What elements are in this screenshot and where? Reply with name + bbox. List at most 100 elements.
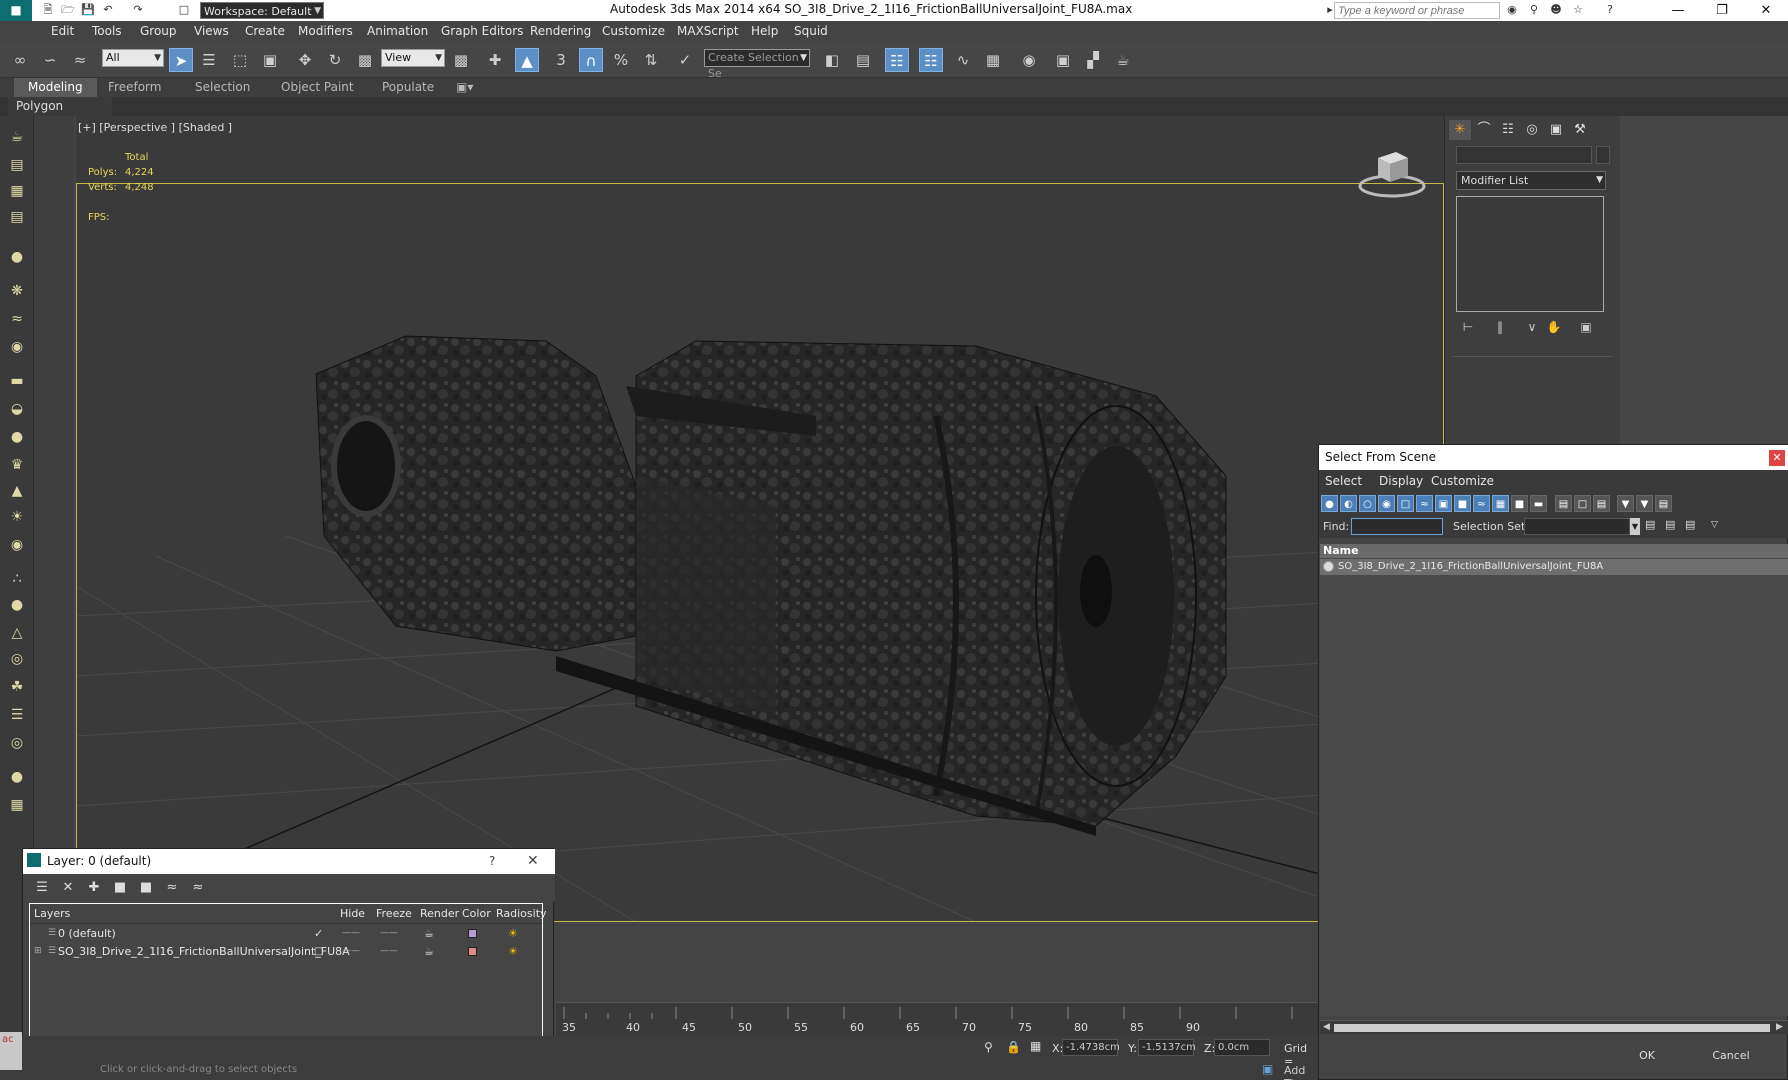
fan-icon[interactable]: ❋ <box>6 280 28 302</box>
lock-icon[interactable]: 🔒 <box>1006 1040 1021 1054</box>
display-space-warps-icon[interactable]: ≈ <box>1416 495 1433 512</box>
align-icon[interactable]: ▤ <box>851 48 875 72</box>
column-header-radiosity[interactable]: Radiosity <box>496 907 547 920</box>
app-logo-icon[interactable]: ■ <box>0 0 32 21</box>
edit-named-selection-icon[interactable]: ✓ <box>673 48 697 72</box>
ribbon-options-icon[interactable]: ▣▾ <box>456 80 473 94</box>
particles-icon[interactable]: ∴ <box>6 568 28 590</box>
radiosity-icon[interactable]: ☀ <box>508 943 518 960</box>
options-arrow-icon[interactable]: ▽ <box>1711 520 1723 537</box>
disc-icon[interactable]: ◉ <box>6 534 28 556</box>
spring-icon[interactable]: ≈ <box>6 308 28 330</box>
dome-icon[interactable]: ◒ <box>6 398 28 420</box>
render-teapot-icon[interactable]: ☕ <box>424 925 434 942</box>
favorites-star-icon[interactable]: ☆ <box>1570 2 1586 18</box>
list-item[interactable]: SO_3I8_Drive_2_1I16_FrictionBallUniversa… <box>1320 559 1788 575</box>
utilities-tab-icon[interactable]: ⚒ <box>1569 120 1591 140</box>
filter-options-icon[interactable]: ▼ <box>1636 495 1653 512</box>
create-tab-icon[interactable]: ✳ <box>1449 120 1471 140</box>
hide-toggle[interactable]: —— <box>342 925 360 942</box>
camera-icon[interactable]: ◉ <box>6 336 28 358</box>
capsule-icon[interactable]: ● <box>6 594 28 616</box>
crown-icon[interactable]: ♛ <box>6 454 28 476</box>
toggle-scene-explorer-icon[interactable]: ☷ <box>885 48 909 72</box>
help-icon[interactable]: ? <box>1602 2 1618 18</box>
create-layer-icon[interactable]: ☰ <box>33 879 51 897</box>
ribbon-panel-polygon-modeling[interactable]: Polygon Modeling <box>8 97 112 132</box>
menu-animation[interactable]: Animation <box>367 24 428 38</box>
sun-icon[interactable]: ☀ <box>6 506 28 528</box>
select-and-manipulate-icon[interactable]: ✚ <box>483 48 507 72</box>
pyramid-icon[interactable]: △ <box>6 622 28 644</box>
render-production-icon[interactable]: ☕ <box>1111 48 1135 72</box>
column-header-color[interactable]: Color <box>462 907 491 920</box>
radiosity-icon[interactable]: ☀ <box>508 925 518 942</box>
menu-group[interactable]: Group <box>140 24 177 38</box>
ball-icon[interactable]: ● <box>6 766 28 788</box>
undo-icon[interactable]: ↶ <box>100 2 116 18</box>
subscription-key-icon[interactable]: ⚲ <box>1526 2 1542 18</box>
x-coordinate-field[interactable]: -1.4738cm <box>1062 1039 1120 1056</box>
table-row[interactable]: ☰ 0 (default) ✓ —— —— ☕ ☀ <box>30 925 542 942</box>
hierarchy-tab-icon[interactable]: ☷ <box>1497 120 1519 140</box>
globe-icon[interactable]: ◎ <box>6 648 28 670</box>
scroll-right-icon[interactable]: ▶ <box>1776 1022 1783 1032</box>
display-containers-icon[interactable]: ▦ <box>1492 495 1509 512</box>
display-bones-icon[interactable]: ≈ <box>1473 495 1490 512</box>
named-selection-set-dropdown[interactable]: Create Selection Se ▼ <box>704 49 810 80</box>
highlight-selected-layer-icon[interactable]: ■ <box>137 879 155 897</box>
redo-icon[interactable]: ↷ <box>130 2 146 18</box>
table-row[interactable]: ⊞ ☰ SO_3I8_Drive_2_1I16_FrictionBallUniv… <box>30 943 542 960</box>
help-button[interactable]: ? <box>489 849 495 874</box>
modifier-list-dropdown[interactable]: Modifier List ▼ <box>1456 171 1606 190</box>
absolute-mode-icon[interactable]: ▦ <box>1030 1039 1041 1053</box>
menu-display[interactable]: Display <box>1379 474 1423 488</box>
sphere-icon[interactable]: ● <box>6 426 28 448</box>
viewcube-icon[interactable] <box>1356 148 1428 202</box>
rectangular-selection-icon[interactable]: ⬚ <box>228 48 252 72</box>
freeze-toggle[interactable]: —— <box>380 943 398 960</box>
display-shapes-icon[interactable]: ◐ <box>1340 495 1357 512</box>
menu-customize[interactable]: Customize <box>1431 474 1494 488</box>
tab-freeform[interactable]: Freeform <box>108 80 161 94</box>
angle-snap-icon[interactable]: ∩ <box>579 48 603 72</box>
add-time-tag[interactable]: Add Ti <box>1284 1064 1318 1080</box>
timeline-ruler[interactable]: 35 40 45 50 55 60 65 70 75 80 85 90 <box>556 1002 1318 1036</box>
select-and-scale-icon[interactable]: ▩ <box>353 48 377 72</box>
freeze-unfreeze-all-icon[interactable]: ≈ <box>189 879 207 897</box>
show-end-result-icon[interactable]: ‖ <box>1490 320 1510 336</box>
column-header-name[interactable]: Name <box>1320 544 1788 558</box>
hide-toggle[interactable]: —— <box>342 943 360 960</box>
column-header-hide[interactable]: Hide <box>340 907 365 920</box>
rendered-frame-window-icon[interactable]: ▞ <box>1081 48 1105 72</box>
hide-unhide-all-icon[interactable]: ≈ <box>163 879 181 897</box>
cone-icon[interactable]: ▲ <box>6 480 28 502</box>
tab-populate[interactable]: Populate <box>382 80 434 94</box>
add-to-layer-icon[interactable]: ✚ <box>85 879 103 897</box>
remove-from-selection-set-icon[interactable]: ▤ <box>1685 518 1701 535</box>
scrollbar-thumb[interactable] <box>1334 1024 1770 1032</box>
menu-modifiers[interactable]: Modifiers <box>298 24 353 38</box>
display-groups-icon[interactable]: ▣ <box>1435 495 1452 512</box>
menu-maxscript[interactable]: MAXScript <box>677 24 739 38</box>
shell-icon[interactable]: ◎ <box>6 732 28 754</box>
workspace-dropdown[interactable]: Workspace: Default ▼ <box>200 2 324 19</box>
motion-tab-icon[interactable]: ◎ <box>1521 120 1543 140</box>
z-coordinate-field[interactable]: 0.0cm <box>1214 1039 1270 1056</box>
mirror-icon[interactable]: ◧ <box>820 48 844 72</box>
viewport-layout-icon[interactable]: ▤ <box>6 154 28 176</box>
horizontal-scrollbar[interactable]: ◀ ▶ <box>1320 1020 1788 1034</box>
column-header-freeze[interactable]: Freeze <box>376 907 412 920</box>
link-icon[interactable]: ∞ <box>8 48 32 72</box>
remove-modifier-icon[interactable]: ✋ <box>1544 320 1564 336</box>
display-none-icon[interactable]: □ <box>1574 495 1591 512</box>
selection-filter-dropdown[interactable]: All ▼ <box>102 49 164 67</box>
current-layer-checkbox[interactable]: □ <box>314 943 323 960</box>
menu-rendering[interactable]: Rendering <box>530 24 591 38</box>
search-input[interactable] <box>1334 2 1500 19</box>
chevron-down-icon[interactable]: ▼ <box>1630 518 1640 535</box>
cancel-button[interactable]: Cancel <box>1693 1045 1769 1067</box>
display-xrefs-icon[interactable]: ■ <box>1454 495 1471 512</box>
menu-tools[interactable]: Tools <box>92 24 122 38</box>
maximize-button[interactable]: ❐ <box>1700 0 1744 21</box>
